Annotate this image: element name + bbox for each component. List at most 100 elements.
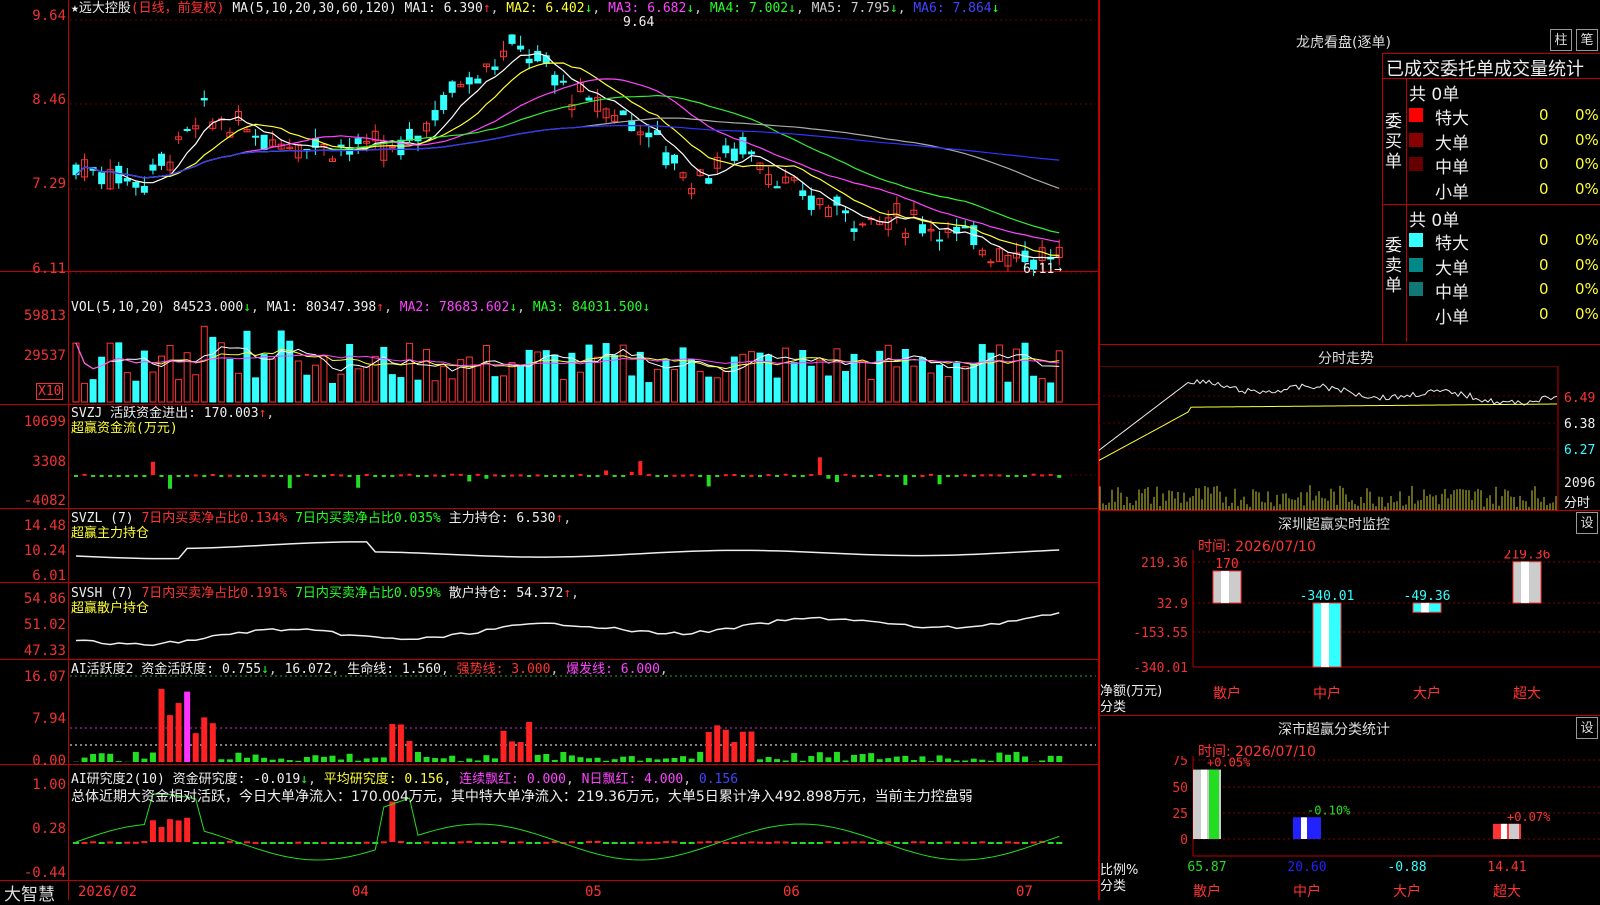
research-bar <box>218 842 224 844</box>
flow-bar <box>254 475 258 477</box>
down-arrow-icon: ↓ <box>509 300 517 315</box>
activity-bar <box>159 689 165 762</box>
flow-bar <box>835 475 839 482</box>
flow-bar <box>373 475 377 477</box>
up-arrow-icon: ↑ <box>259 406 267 421</box>
volume-bar <box>321 356 327 402</box>
svsh-tick: 47.33 <box>0 644 66 658</box>
color-swatch <box>1409 108 1423 122</box>
flow-bar <box>211 474 215 476</box>
volume-bar <box>1056 351 1062 402</box>
bar-highlight <box>1301 817 1307 839</box>
volume-bar <box>167 346 173 402</box>
candle <box>526 59 532 62</box>
ai-research-red-streak: 连续飘红: 0.000 <box>459 772 566 787</box>
sz-class-chart[interactable]: 7550250+0.05%65.87散户-0.10%20.60中户-0.88大户… <box>1098 756 1600 900</box>
research-bar <box>201 842 207 844</box>
down-arrow-icon: ↓ <box>788 1 796 16</box>
period-label[interactable]: (日线，前复权) <box>131 1 225 16</box>
candle <box>389 147 395 148</box>
intraday-tick: 6.27 <box>1564 443 1595 458</box>
candle <box>201 98 207 99</box>
volume-bar <box>937 365 943 402</box>
candle <box>355 139 361 144</box>
research-bar <box>73 842 79 844</box>
flow-bar <box>510 475 514 477</box>
sz-monitor-settings-button[interactable]: 设 <box>1576 512 1598 534</box>
sz-monitor-chart[interactable]: 219.3632.9-153.55-340.01170散户-340.01中户-4… <box>1098 550 1600 716</box>
candle <box>706 179 712 184</box>
activity-bar <box>706 732 712 762</box>
candle <box>99 173 105 184</box>
tick-mode-button[interactable]: 笔 <box>1576 29 1598 51</box>
buy-label: 委买单 <box>1385 112 1405 172</box>
buy-row: 特大00% <box>1409 104 1599 126</box>
flow-bar <box>322 475 326 477</box>
candle <box>800 191 806 196</box>
activity-bar <box>210 723 216 762</box>
activity-bar <box>90 754 96 762</box>
flow-bar <box>613 475 617 477</box>
flow-bar <box>818 457 822 475</box>
svzj-subtitle: 超赢资金流(万元) <box>71 421 178 436</box>
svzl-ratio-1: 7日内买卖净占比0.134% <box>141 511 287 526</box>
candle <box>586 98 592 100</box>
research-bar <box>971 842 977 844</box>
svsh-header: SVSH (7) 7日内买卖净占比0.191% 7日内买卖净占比0.059% 散… <box>71 586 579 601</box>
ratio-value-label: 14.41 <box>1487 860 1526 875</box>
candle <box>808 196 814 209</box>
volume-params: VOL(5,10,20) <box>71 300 165 315</box>
down-arrow-icon: ↓ <box>992 1 1000 16</box>
activity-bar <box>757 759 763 762</box>
flow-bar <box>852 475 856 477</box>
research-bar <box>843 842 849 844</box>
flow-bar <box>168 475 172 489</box>
intraday-chart[interactable] <box>1098 366 1600 510</box>
brand-logo[interactable]: 大智慧 <box>4 880 55 905</box>
volume-bar <box>714 378 720 402</box>
flow-bar <box>142 475 146 477</box>
svsh-ratio-1: 7日内买卖净占比0.191% <box>141 586 287 601</box>
candle <box>988 262 994 263</box>
research-bar <box>586 841 592 843</box>
activity-bar <box>475 760 481 762</box>
research-bar <box>629 842 635 844</box>
volume-bar <box>406 343 412 402</box>
ma-line <box>76 53 1059 258</box>
svsh-position: 散户持仓: 54.372 <box>449 586 564 601</box>
research-bar <box>928 842 934 844</box>
svzl-header: SVZL (7) 7日内买卖净占比0.134% 7日内买卖净占比0.035% 主… <box>71 511 571 526</box>
flow-bar <box>484 475 488 479</box>
divider <box>1382 78 1600 79</box>
monitor-tick: -153.55 <box>1133 626 1188 641</box>
volume-bar <box>680 348 686 402</box>
price-tick: 6.11 <box>0 262 66 276</box>
research-bar <box>82 842 88 844</box>
volume-bar <box>748 352 754 402</box>
ai-research-avg: 平均研究度: 0.156 <box>324 772 444 787</box>
activity-bar <box>1022 756 1028 762</box>
flow-bar <box>912 475 916 477</box>
flow-bar <box>1040 474 1044 476</box>
bar-mode-button[interactable]: 柱 <box>1550 29 1572 51</box>
intraday-tick: 6.49 <box>1564 391 1595 406</box>
activity-bar <box>483 755 489 762</box>
research-bar <box>851 841 857 843</box>
k-line-chart[interactable] <box>0 0 1098 900</box>
color-swatch <box>1409 133 1423 147</box>
research-bar <box>518 841 524 843</box>
activity-bar <box>860 754 866 762</box>
candle <box>261 135 267 149</box>
ma-line <box>76 118 1059 188</box>
star-icon[interactable]: ★ <box>71 1 79 16</box>
candle <box>646 133 652 137</box>
sz-class-settings-button[interactable]: 设 <box>1576 717 1598 739</box>
row-pct: 0% <box>1575 280 1599 298</box>
bar-highlight <box>1521 562 1529 603</box>
stock-name[interactable]: 远大控股 <box>79 1 131 16</box>
volume-bar <box>791 363 797 402</box>
research-bar <box>680 842 686 844</box>
row-qty: 0 <box>1539 231 1549 249</box>
research-bar <box>244 841 250 843</box>
ai-research-n-red: N日飘红: 4.000 <box>582 772 684 787</box>
